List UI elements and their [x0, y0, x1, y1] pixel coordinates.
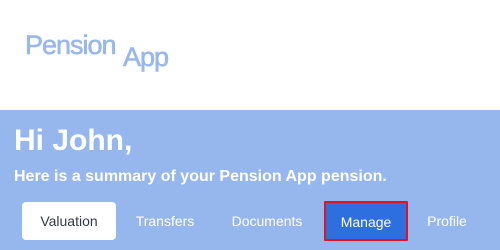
greeting-heading: Hi John, [14, 124, 133, 157]
tab-profile[interactable]: Profile [416, 202, 478, 240]
summary-subtitle: Here is a summary of your Pension App pe… [14, 168, 387, 185]
tab-bar: Valuation Transfers Documents Manage Pro… [0, 201, 500, 242]
page: Pension App Hi John, Here is a summary o… [0, 0, 500, 250]
tab-valuation[interactable]: Valuation [22, 202, 116, 240]
tab-documents[interactable]: Documents [218, 202, 316, 240]
summary-panel: Hi John, Here is a summary of your Pensi… [0, 110, 500, 250]
tab-manage[interactable]: Manage [324, 201, 408, 241]
tab-transfers[interactable]: Transfers [122, 202, 208, 240]
pension-app-logo[interactable]: Pension App [25, 30, 195, 75]
logo-text-app: App [123, 42, 170, 73]
logo-text-pension: Pension [25, 30, 117, 61]
